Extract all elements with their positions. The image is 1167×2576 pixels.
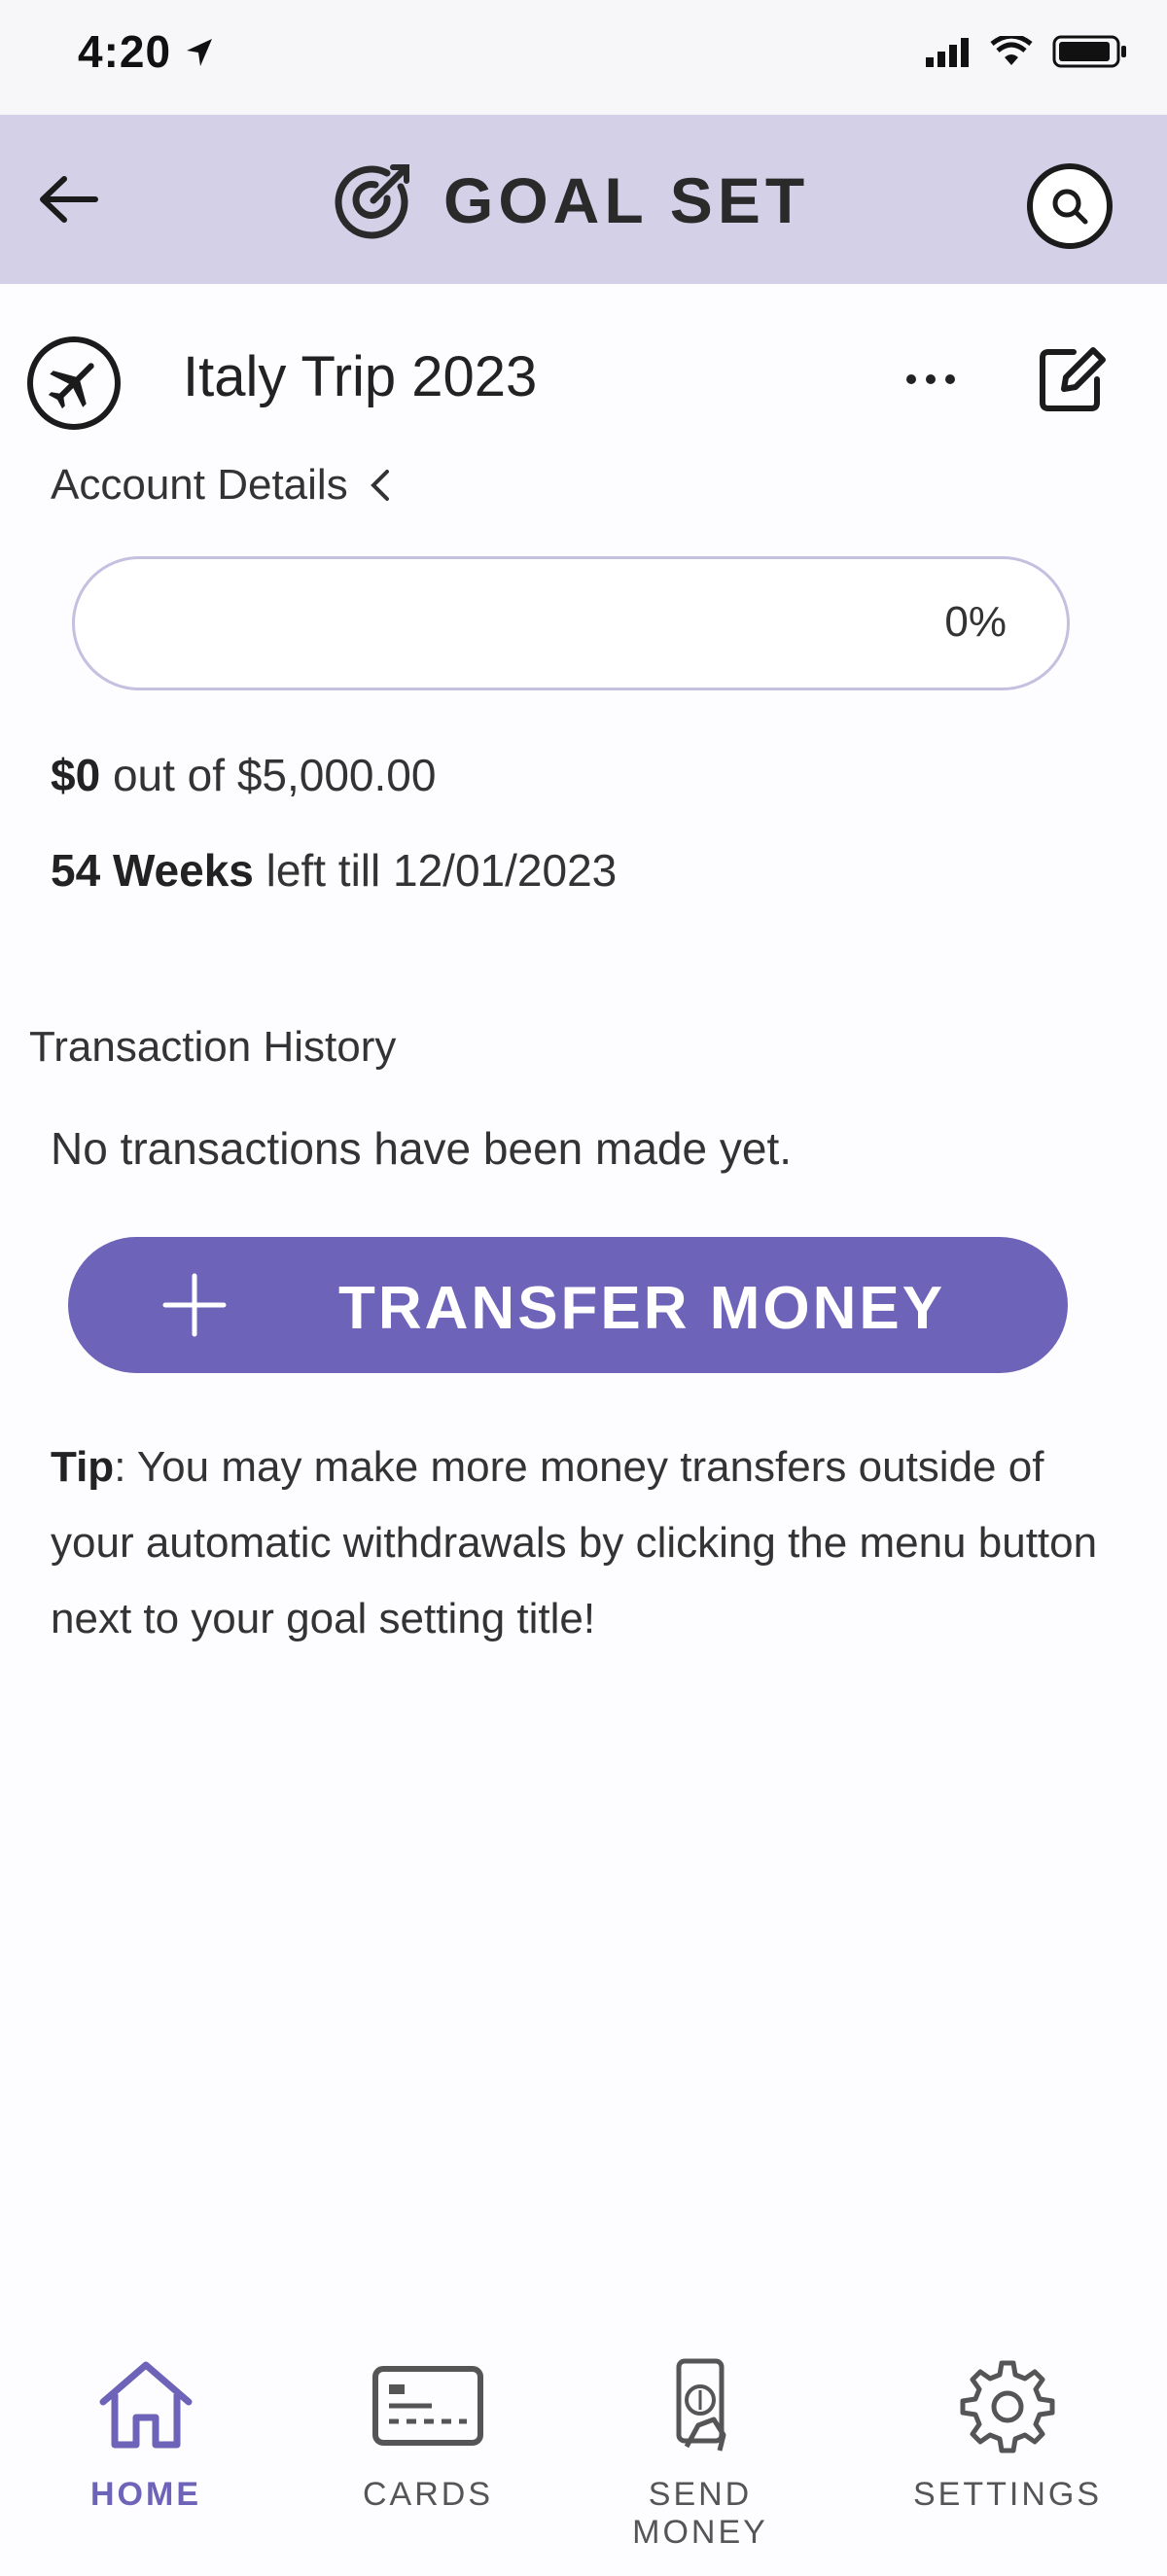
transfer-money-label: TRANSFER MONEY xyxy=(338,1275,946,1342)
empty-transactions-message: No transactions have been made yet. xyxy=(51,1123,793,1174)
goal-title: Italy Trip 2023 xyxy=(183,345,538,408)
tab-home[interactable]: HOME xyxy=(39,2357,253,2552)
deadline-text: left till 12/01/2023 xyxy=(253,845,618,896)
time-remaining-line: 54 Weeks left till 12/01/2023 xyxy=(51,844,617,897)
tab-settings-label: SETTINGS xyxy=(912,2476,1103,2513)
progress-percent: 0% xyxy=(944,598,1007,646)
tab-send-money-label: SEND MONEY xyxy=(632,2476,768,2551)
tip-text: Tip: You may make more money transfers o… xyxy=(51,1429,1130,1657)
goal-title-row: Italy Trip 2023 xyxy=(0,331,1167,430)
status-bar: 4:20 xyxy=(0,0,1167,115)
tab-home-label: HOME xyxy=(90,2476,201,2513)
goal-progress-bar: 0% xyxy=(72,556,1070,690)
tip-body: : You may make more money transfers outs… xyxy=(51,1443,1098,1642)
target-logo-icon xyxy=(335,164,409,239)
search-icon xyxy=(1052,189,1088,225)
airplane-icon xyxy=(48,363,94,409)
tip-label: Tip xyxy=(51,1443,115,1491)
more-options-button[interactable] xyxy=(897,360,965,399)
home-icon xyxy=(99,2361,193,2449)
location-arrow-icon xyxy=(187,39,212,66)
transaction-history-heading: Transaction History xyxy=(29,1023,397,1071)
card-icon xyxy=(372,2366,483,2446)
battery-icon xyxy=(1052,35,1126,68)
status-time: 4:20 xyxy=(78,26,172,77)
brand: GOAL SET xyxy=(331,154,809,247)
app-title: GOAL SET xyxy=(443,164,810,236)
chevron-left-icon xyxy=(370,470,389,501)
account-details-label: Account Details xyxy=(51,461,348,509)
plus-icon xyxy=(162,1273,227,1337)
transfer-money-button[interactable]: TRANSFER MONEY xyxy=(68,1237,1068,1373)
bottom-tab-bar: HOME CARDS SEND MONEY SETTINGS xyxy=(0,2334,1167,2576)
saved-amount-line: $0 out of $5,000.00 xyxy=(51,749,436,801)
goal-category-badge xyxy=(27,336,121,430)
wifi-icon xyxy=(990,36,1033,65)
tab-cards-label: CARDS xyxy=(362,2476,494,2513)
tab-send-money[interactable]: SEND MONEY xyxy=(593,2357,807,2552)
tab-cards[interactable]: CARDS xyxy=(321,2357,535,2552)
back-button[interactable] xyxy=(35,165,103,233)
tab-settings[interactable]: SETTINGS xyxy=(901,2357,1114,2552)
search-button[interactable] xyxy=(1027,163,1113,249)
gear-icon xyxy=(960,2360,1055,2453)
edit-goal-button[interactable] xyxy=(1035,342,1109,416)
send-money-icon xyxy=(676,2358,726,2452)
app-header: GOAL SET xyxy=(0,115,1167,284)
status-indicators xyxy=(926,35,1128,68)
account-details-toggle[interactable]: Account Details xyxy=(51,461,393,510)
cellular-signal-icon xyxy=(926,38,969,67)
goal-amount-text: out of $5,000.00 xyxy=(100,750,437,800)
saved-amount: $0 xyxy=(51,750,101,800)
weeks-left: 54 Weeks xyxy=(51,845,254,896)
